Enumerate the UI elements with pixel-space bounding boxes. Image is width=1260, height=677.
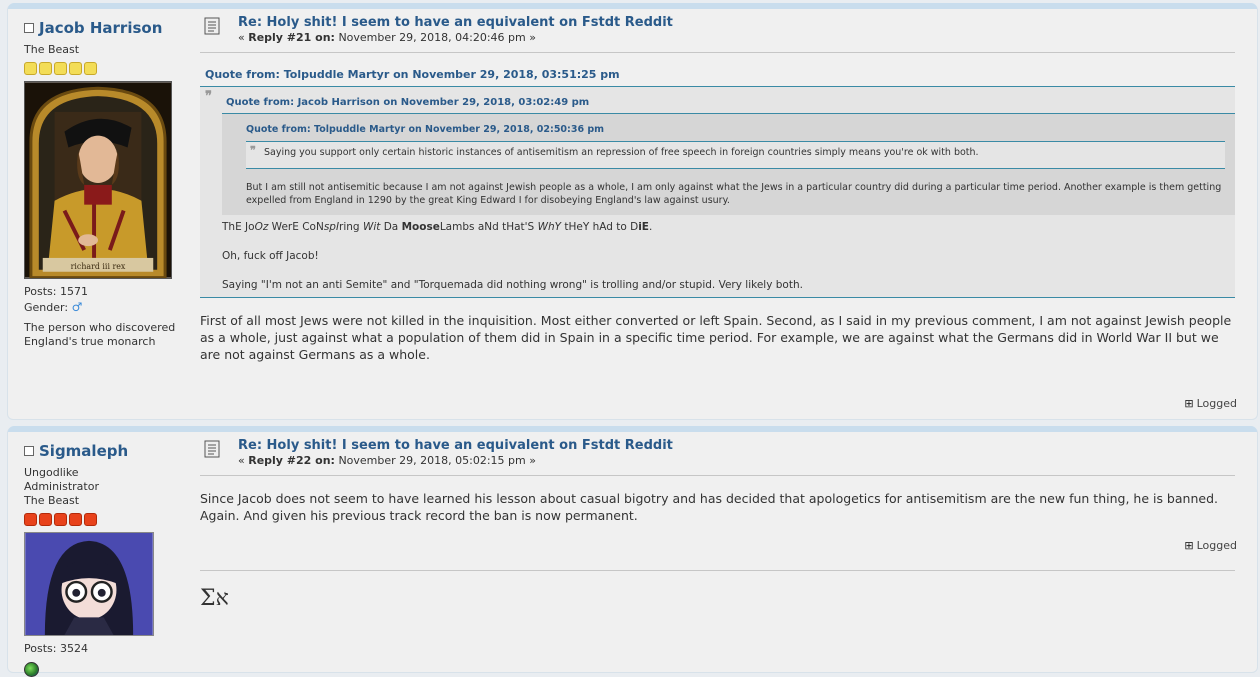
quote-fragment: ring [339, 221, 363, 233]
quote-fragment: ThE Jo [222, 221, 255, 233]
quote-fragment: Moose [401, 221, 440, 233]
offline-status-icon [24, 23, 34, 33]
offline-status-icon [24, 446, 34, 456]
message-icon [204, 440, 220, 458]
star-icon [69, 62, 82, 75]
nested-quote-block: ❞ Saying you support only certain histor… [246, 141, 1225, 169]
star-icon [39, 513, 52, 526]
star-icon [39, 62, 52, 75]
reply-date: November 29, 2018, 05:02:15 pm » [334, 454, 536, 467]
poster-info: Jacob Harrison The Beast richard iii rex… [24, 19, 184, 349]
message-icon [204, 17, 220, 35]
reply-number-link[interactable]: Reply #21 on: [248, 31, 335, 44]
quote-text: But I am still not antisemitic because I… [246, 182, 1222, 206]
star-icon [24, 62, 37, 75]
star-icon [24, 513, 37, 526]
reply-number-link[interactable]: Reply #22 on: [248, 454, 335, 467]
member-title: The Beast [24, 494, 80, 507]
ip-logged-icon: ⊞ [1184, 397, 1194, 410]
logged-label: Logged [1196, 397, 1237, 410]
post-top-bar [8, 3, 1257, 9]
quote-mark-icon: ❞ [205, 89, 212, 104]
quote-line: ThE JoOz WerE CoNspIring Wit Da MooseLam… [222, 221, 1235, 233]
poster-name-row: Jacob Harrison [24, 19, 184, 37]
gender-label: Gender: [24, 301, 69, 314]
website-globe-icon[interactable] [24, 662, 39, 677]
post-subject-link[interactable]: Re: Holy shit! I seem to have an equival… [238, 15, 673, 30]
post-22: Sigmaleph Ungodlike Administrator The Be… [7, 426, 1258, 677]
member-group: Administrator [24, 480, 99, 493]
reply-date: November 29, 2018, 04:20:46 pm » [334, 31, 536, 44]
rank-stars [24, 513, 184, 526]
quote-fragment: WerE CoN [268, 221, 324, 233]
poster-info: Sigmaleph Ungodlike Administrator The Be… [24, 442, 184, 677]
logged-label: Logged [1196, 539, 1237, 552]
quote-header-link[interactable]: Quote from: Tolpuddle Martyr on November… [246, 118, 1225, 141]
signature: Σא [200, 586, 229, 611]
quote-header-link[interactable]: Quote from: Jacob Harrison on November 2… [222, 89, 1235, 113]
post-count: Posts: 1571 [24, 285, 88, 298]
post-count: Posts: 3524 [24, 642, 88, 655]
post-top-bar [8, 426, 1257, 432]
logged-indicator: ⊞ Logged [1184, 539, 1237, 552]
personal-text: The person who discovered England's true… [24, 321, 176, 348]
post-21: Jacob Harrison The Beast richard iii rex… [7, 3, 1258, 420]
post-body-text: First of all most Jews were not killed i… [200, 313, 1232, 362]
quote-block: ❞ Quote from: Jacob Harrison on November… [200, 86, 1235, 298]
star-icon [54, 62, 67, 75]
quote-text: Saying you support only certain historic… [264, 147, 979, 158]
reply-prefix: « [238, 31, 249, 44]
member-title: The Beast [24, 43, 80, 56]
star-icon [69, 513, 82, 526]
avatar[interactable] [24, 532, 154, 636]
quote-fragment: spI [323, 221, 340, 233]
nested-quote-block: Quote from: Tolpuddle Martyr on November… [222, 113, 1235, 215]
male-gender-icon: ♂ [71, 300, 83, 314]
reply-info: « Reply #22 on: November 29, 2018, 05:02… [238, 454, 673, 467]
quote-fragment: . [648, 221, 653, 233]
avatar-caption: richard iii rex [71, 262, 126, 271]
quote-header-link[interactable]: Quote from: Tolpuddle Martyr on November… [200, 68, 1235, 81]
quote-fragment: Oz [254, 221, 269, 233]
poster-name[interactable]: Jacob Harrison [39, 19, 162, 37]
quote-fragment: tHeY hAd to D [561, 221, 639, 233]
star-icon [84, 62, 97, 75]
post-content: Re: Holy shit! I seem to have an equival… [200, 15, 1235, 363]
quote-line: Oh, fuck off Jacob! [222, 250, 319, 262]
post-header: Re: Holy shit! I seem to have an equival… [200, 438, 1235, 476]
gender-row: Gender: ♂ [24, 300, 184, 315]
quote-fragment: Lambs aNd tHat'S [439, 221, 538, 233]
quote-fragment: iE [638, 221, 649, 233]
avatar[interactable]: richard iii rex [24, 81, 172, 280]
reply-prefix: « [238, 454, 249, 467]
ip-logged-icon: ⊞ [1184, 539, 1194, 552]
quote-fragment: Wit [362, 221, 381, 233]
reply-info: « Reply #21 on: November 29, 2018, 04:20… [238, 31, 673, 44]
signature-divider [200, 570, 1235, 571]
quote-text-block: ThE JoOz WerE CoNspIring Wit Da MooseLam… [222, 215, 1235, 291]
quote-fragment: Da [380, 221, 402, 233]
star-icon [84, 513, 97, 526]
post-content: Re: Holy shit! I seem to have an equival… [200, 438, 1235, 611]
poster-name-row: Sigmaleph [24, 442, 184, 460]
post-subject-link[interactable]: Re: Holy shit! I seem to have an equival… [238, 438, 673, 453]
post-header: Re: Holy shit! I seem to have an equival… [200, 15, 1235, 53]
quote-fragment: WhY [537, 221, 562, 233]
logged-indicator: ⊞ Logged [1184, 397, 1237, 410]
post-body-text: Since Jacob does not seem to have learne… [200, 491, 1218, 523]
star-icon [54, 513, 67, 526]
poster-name[interactable]: Sigmaleph [39, 442, 128, 460]
quote-mark-icon: ❞ [250, 144, 256, 157]
member-title: Ungodlike [24, 466, 79, 479]
rank-stars [24, 62, 184, 75]
quote-line: Saying "I'm not an anti Semite" and "Tor… [222, 279, 803, 291]
